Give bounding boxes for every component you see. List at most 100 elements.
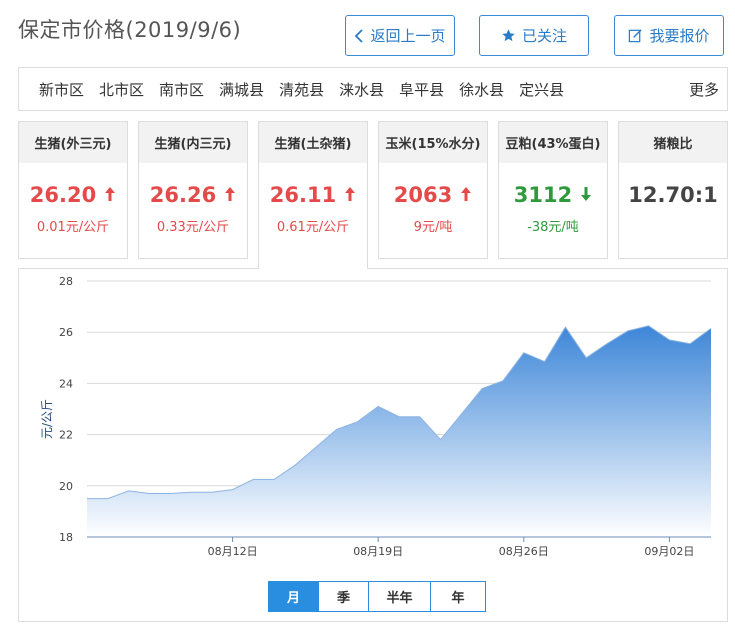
card-value-row: 3112 [499,183,607,207]
data-point [127,489,131,493]
data-point [709,326,713,330]
data-point [626,329,630,333]
tab-year[interactable]: 年 [431,582,485,611]
tab-half-year[interactable]: 半年 [369,582,431,611]
arrow-down-icon [580,183,592,207]
tab-month[interactable]: 月 [269,582,319,611]
card-title: 猪粮比 [619,122,727,163]
card-title: 生猪(外三元) [19,122,127,163]
region-link[interactable]: 南市区 [159,79,204,100]
arrow-up-icon [104,183,116,207]
card-value: 12.70:1 [628,183,718,207]
card-value-row: 26.26 [139,183,247,207]
data-point [147,491,151,495]
tab-quarter[interactable]: 季 [319,582,369,611]
region-link[interactable]: 徐水县 [459,79,504,100]
region-link[interactable]: 涞水县 [339,79,384,100]
arrow-up-icon [224,183,236,207]
chevron-left-icon [354,28,364,43]
card-value: 26.26 [149,183,217,207]
data-point [563,325,567,329]
data-point [667,338,671,342]
quote-button[interactable]: 我要报价 [614,15,724,56]
region-bar: 新市区 北市区 南市区 满城县 清苑县 涞水县 阜平县 徐水县 定兴县 更多 [18,67,728,111]
price-card-pig-outer[interactable]: 生猪(外三元) 26.20 0.01元/公斤 [18,121,128,259]
arrow-up-icon [460,183,472,207]
edit-icon [628,28,643,43]
data-point [688,342,692,346]
y-tick-label: 18 [59,531,73,544]
card-value-row: 2063 [379,183,487,207]
card-change: 0.61元/公斤 [276,220,350,235]
period-tabs: 月 季 半年 年 [268,581,486,612]
card-change: 0.01元/公斤 [36,220,110,235]
region-link[interactable]: 新市区 [39,79,84,100]
data-point [376,404,380,408]
card-value: 26.20 [29,183,97,207]
data-point [647,324,651,328]
card-title: 生猪(土杂猪) [259,122,367,163]
data-point [397,415,401,419]
price-card-corn[interactable]: 玉米(15%水分) 2063 9元/吨 [378,121,488,259]
data-point [85,497,89,501]
card-title: 生猪(内三元) [139,122,247,163]
card-change: -38元/吨 [527,220,579,235]
card-value-row: 12.70:1 [619,183,727,207]
card-change: 0.33元/公斤 [156,220,230,235]
page-title: 保定市价格(2019/9/6) [18,18,242,42]
arrow-up-icon [344,183,356,207]
data-point [272,477,276,481]
price-card-pig-inner[interactable]: 生猪(内三元) 26.26 0.33元/公斤 [138,121,248,259]
data-point [522,351,526,355]
card-value: 26.11 [269,183,337,207]
card-value: 2063 [393,183,453,207]
y-tick-label: 20 [59,480,73,493]
y-axis-label: 元/公斤 [40,399,54,439]
price-card-pig-grain-ratio[interactable]: 猪粮比 12.70:1 [618,121,728,259]
back-button[interactable]: 返回上一页 [345,15,455,56]
price-card-soymeal[interactable]: 豆粕(43%蛋白) 3112 -38元/吨 [498,121,608,259]
card-value-row: 26.11 [259,183,367,207]
region-link[interactable]: 清苑县 [279,79,324,100]
card-change: 9元/吨 [413,220,453,235]
data-point [584,356,588,360]
back-button-label: 返回上一页 [370,27,446,45]
card-title: 豆粕(43%蛋白) [499,122,607,163]
data-point [106,497,110,501]
data-point [439,438,443,442]
data-point [459,412,463,416]
data-point [168,491,172,495]
data-point [251,477,255,481]
y-tick-label: 28 [59,275,73,288]
x-tick-label: 09月02日 [644,545,694,558]
price-card-pig-local[interactable]: 生猪(土杂猪) 26.11 0.61元/公斤 [258,121,368,269]
data-point [293,463,297,467]
data-point [189,490,193,494]
region-link[interactable]: 满城县 [219,79,264,100]
data-point [543,360,547,364]
x-tick-label: 08月19日 [353,545,403,558]
card-title: 玉米(15%水分) [379,122,487,163]
card-value: 3112 [513,183,573,207]
data-point [210,490,214,494]
price-area-chart: 18 20 22 24 26 28 08月12日 08月19日 08月26日 09月02日 元/公斤 [40,275,713,558]
region-link[interactable]: 北市区 [99,79,144,100]
follow-button[interactable]: 已关注 [479,15,589,56]
more-regions-link[interactable]: 更多 [689,79,719,100]
price-chart-panel: 18 20 22 24 26 28 08月12日 08月19日 08月26日 09月02日 元/公斤 [18,268,728,622]
data-point [231,488,235,492]
data-point [480,387,484,391]
y-tick-label: 22 [59,429,73,442]
x-tick-label: 08月26日 [499,545,549,558]
card-value-row: 26.20 [19,183,127,207]
region-link[interactable]: 定兴县 [519,79,564,100]
quote-button-label: 我要报价 [649,27,710,45]
y-tick-label: 26 [59,326,73,339]
data-point [355,420,359,424]
region-link[interactable]: 阜平县 [399,79,444,100]
data-point [418,415,422,419]
data-point [605,342,609,346]
follow-button-label: 已关注 [521,27,567,45]
data-point [314,445,318,449]
x-tick-label: 08月12日 [208,545,258,558]
